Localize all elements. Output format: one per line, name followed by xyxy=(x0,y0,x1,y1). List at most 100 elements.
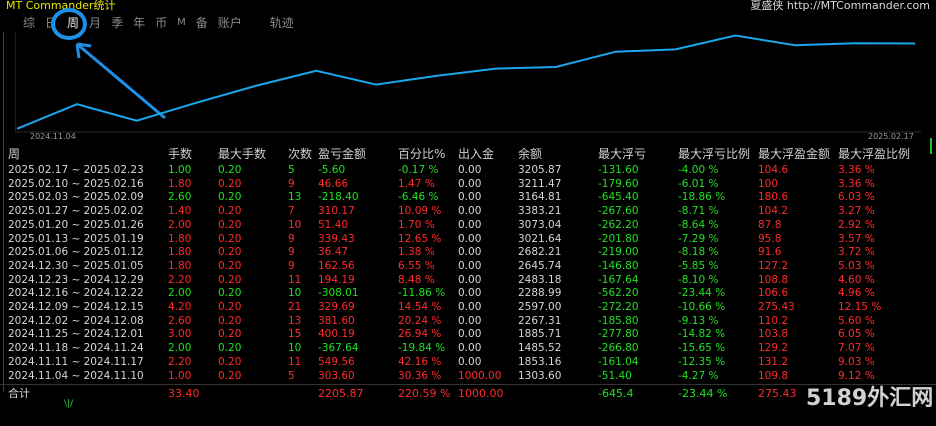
column-header[interactable]: 手数 xyxy=(168,146,192,162)
cell-max-fp: 275.43 xyxy=(758,301,795,313)
column-header[interactable]: 盈亏金额 xyxy=(318,146,366,162)
cell-pct: 14.54 % xyxy=(398,301,442,313)
tab-5[interactable]: 年 xyxy=(128,14,150,32)
tab-9[interactable]: 账户 xyxy=(213,14,247,32)
column-header[interactable]: 余额 xyxy=(518,146,542,162)
cell-balance: 1885.71 xyxy=(518,328,562,341)
table-row[interactable]: 2025.01.13 ~ 2025.01.19 1.80 0.20 9 339.43 12… xyxy=(0,233,936,246)
cell-dd-pct: -7.29 % xyxy=(678,232,719,245)
watermark: 5189外汇网 xyxy=(806,386,934,411)
cell-balance: 2288.99 xyxy=(518,287,562,300)
cell-max-lots: 0.20 xyxy=(218,259,242,272)
cell-max-dd: -645.40 xyxy=(598,191,639,204)
cell-count: 10 xyxy=(288,218,302,231)
cell-max-fp: 104.2 xyxy=(758,205,789,218)
tab-3[interactable]: 月 xyxy=(84,14,106,32)
cell-balance: 3211.47 xyxy=(518,177,562,190)
cell-max-dd: -167.64 xyxy=(598,273,639,286)
cell-balance: 3021.64 xyxy=(518,232,562,245)
cell-pnl: 381.60 xyxy=(318,314,355,327)
cell-lots: 2.00 xyxy=(168,287,192,300)
total-flow: 1000.00 xyxy=(458,387,504,400)
column-header[interactable]: 最大手数 xyxy=(218,146,266,162)
cell-lots: 2.00 xyxy=(168,342,192,355)
tab-4[interactable]: 季 xyxy=(106,14,128,32)
cell-week: 2025.01.06 ~ 2025.01.12 xyxy=(8,246,144,259)
cell-fp-pct: 12.15 % xyxy=(838,301,882,313)
cell-week: 2024.12.23 ~ 2024.12.29 xyxy=(8,273,144,286)
table-row[interactable]: 2024.11.11 ~ 2024.11.17 2.20 0.20 11 549.56 4… xyxy=(0,356,936,369)
table-row[interactable]: 2024.11.04 ~ 2024.11.10 1.00 0.20 5 303.60 30… xyxy=(0,370,936,383)
top-bar: MT Commander统计 夏盛侠 http://MTCommander.co… xyxy=(0,0,936,12)
column-header[interactable]: 最大浮亏 xyxy=(598,146,646,162)
chart-start-date: 2024.11.04 xyxy=(30,132,76,141)
column-header[interactable]: 次数 xyxy=(288,146,312,162)
table-row[interactable]: 2025.02.17 ~ 2025.02.23 1.00 0.20 5 -5.60 -0.… xyxy=(0,164,936,177)
cell-flow: 1000.00 xyxy=(458,369,502,382)
cell-max-lots: 0.20 xyxy=(218,355,242,368)
cell-fp-pct: 3.36 % xyxy=(838,164,875,176)
table-row[interactable]: 2024.11.25 ~ 2024.12.01 3.00 0.20 15 400.19 2… xyxy=(0,328,936,341)
cell-max-fp: 129.2 xyxy=(758,342,789,355)
cell-max-fp: 87.8 xyxy=(758,218,782,231)
cell-flow: 0.00 xyxy=(458,273,482,286)
total-max-dd: -645.4 xyxy=(598,387,634,400)
cell-lots: 1.80 xyxy=(168,246,192,259)
cell-max-fp: 95.8 xyxy=(758,232,782,245)
total-lots: 33.40 xyxy=(168,387,200,400)
cell-count: 5 xyxy=(288,369,295,382)
table-row[interactable]: 2024.11.18 ~ 2024.11.24 2.00 0.20 10 -367.64… xyxy=(0,342,936,355)
table-row[interactable]: 2024.12.16 ~ 2024.12.22 2.00 0.20 10 -308.01… xyxy=(0,287,936,300)
total-dd-pct: -23.44 % xyxy=(678,387,728,400)
cell-dd-pct: -9.13 % xyxy=(678,314,719,327)
cell-count: 9 xyxy=(288,232,295,245)
cell-dd-pct: -8.18 % xyxy=(678,246,719,259)
column-header[interactable]: 百分比% xyxy=(398,146,445,162)
cell-flow: 0.00 xyxy=(458,328,482,341)
column-header[interactable]: 最大浮盈金额 xyxy=(758,146,830,162)
cell-flow: 0.00 xyxy=(458,314,482,327)
table-row[interactable]: 2025.02.10 ~ 2025.02.16 1.80 0.20 9 46.66 1.4… xyxy=(0,178,936,191)
cell-max-fp: 180.6 xyxy=(758,191,789,204)
tab-10[interactable]: 轨迹 xyxy=(265,14,299,32)
cell-lots: 2.20 xyxy=(168,273,192,286)
table-row[interactable]: 2025.01.06 ~ 2025.01.12 1.80 0.20 9 36.47 1.3… xyxy=(0,246,936,259)
column-header[interactable]: 出入金 xyxy=(458,146,494,162)
cell-dd-pct: -8.64 % xyxy=(678,218,719,231)
cell-pnl: 329.69 xyxy=(318,301,355,313)
cell-max-lots: 0.20 xyxy=(218,273,242,286)
total-label: 合计 xyxy=(8,387,30,400)
cell-pnl: 549.56 xyxy=(318,355,355,368)
cell-balance: 3073.04 xyxy=(518,218,562,231)
cell-count: 7 xyxy=(288,205,295,218)
tab-6[interactable]: 币 xyxy=(150,14,172,32)
table-row[interactable]: 2024.12.09 ~ 2024.12.15 4.20 0.20 21 329.69 1… xyxy=(0,301,936,314)
column-header[interactable]: 周 xyxy=(8,146,20,162)
cell-max-fp: 106.6 xyxy=(758,287,789,300)
cell-fp-pct: 2.92 % xyxy=(838,218,875,231)
cell-max-dd: -219.00 xyxy=(598,246,639,259)
table-row[interactable]: 2025.01.27 ~ 2025.02.02 1.40 0.20 7 310.17 10… xyxy=(0,205,936,218)
cell-lots: 1.40 xyxy=(168,205,192,218)
cell-fp-pct: 7.07 % xyxy=(838,342,875,355)
cell-pct: -0.17 % xyxy=(398,164,439,176)
column-header[interactable]: 最大浮亏比例 xyxy=(678,146,750,162)
vendor-link[interactable]: 夏盛侠 http://MTCommander.com xyxy=(750,0,930,13)
table-row[interactable]: 2025.02.03 ~ 2025.02.09 2.60 0.20 13 -218.40… xyxy=(0,191,936,204)
cell-flow: 0.00 xyxy=(458,218,482,231)
table-row[interactable]: 2024.12.02 ~ 2024.12.08 2.60 0.20 13 381.60 2… xyxy=(0,315,936,328)
tab-8[interactable]: 备 xyxy=(191,14,213,32)
cell-fp-pct: 3.72 % xyxy=(838,246,875,259)
table-row[interactable]: 2025.01.20 ~ 2025.01.26 2.00 0.20 10 51.40 1.… xyxy=(0,219,936,232)
tab-7[interactable]: M xyxy=(172,14,191,32)
column-header[interactable]: 最大浮盈比例 xyxy=(838,146,910,162)
cell-max-lots: 0.20 xyxy=(218,164,242,176)
total-pct: 220.59 % xyxy=(398,387,451,400)
cell-max-lots: 0.20 xyxy=(218,218,242,231)
tab-0[interactable]: 综 xyxy=(18,14,40,32)
table-row[interactable]: 2024.12.23 ~ 2024.12.29 2.20 0.20 11 194.19 8… xyxy=(0,274,936,287)
cell-pnl: -218.40 xyxy=(318,191,359,204)
cell-week: 2024.11.04 ~ 2024.11.10 xyxy=(8,369,144,382)
cell-week: 2024.12.16 ~ 2024.12.22 xyxy=(8,287,144,300)
table-row[interactable]: 2024.12.30 ~ 2025.01.05 1.80 0.20 9 162.56 6.… xyxy=(0,260,936,273)
